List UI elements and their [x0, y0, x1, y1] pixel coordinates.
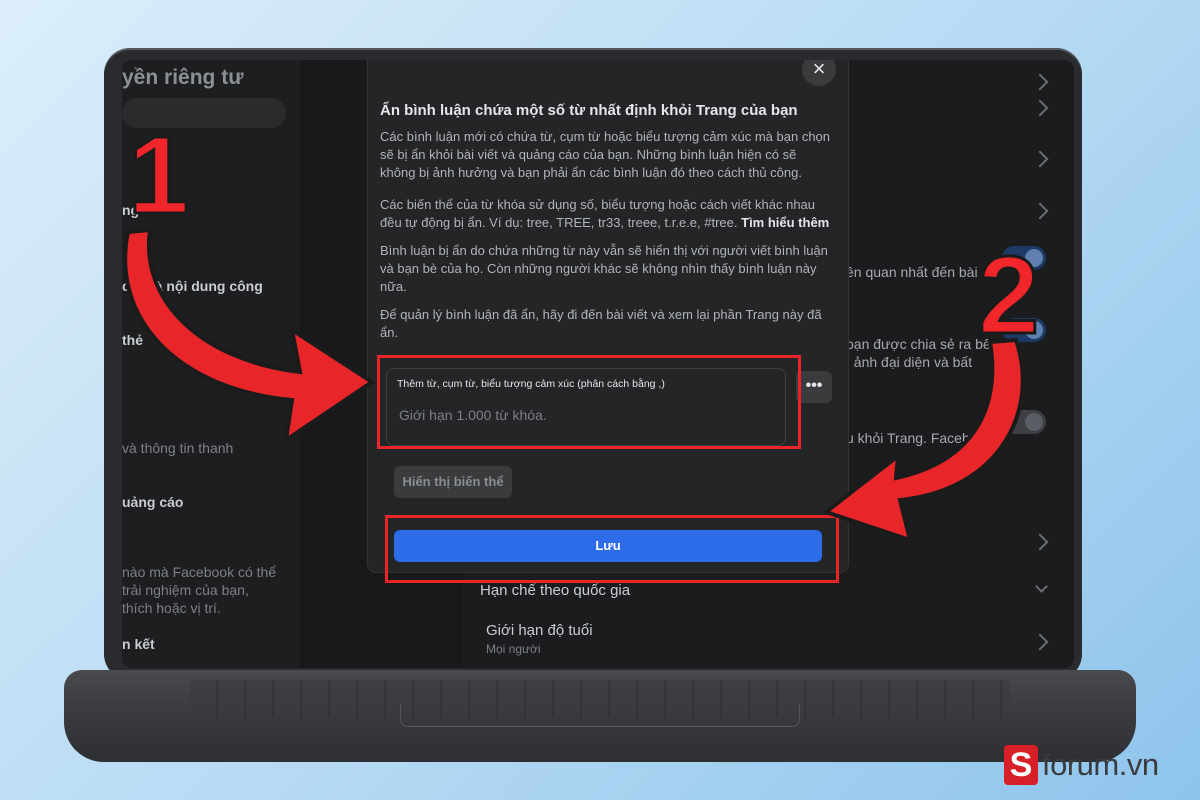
- step-number-1: 1: [126, 113, 190, 239]
- arrow-1-icon: [123, 227, 376, 445]
- step-number-2: 2: [976, 233, 1040, 359]
- logo-mark: S: [1004, 745, 1038, 785]
- sforum-logo: S forum.vn: [1004, 742, 1159, 788]
- arrow-2-icon: [821, 337, 1025, 544]
- logo-text: forum.vn: [1042, 747, 1159, 782]
